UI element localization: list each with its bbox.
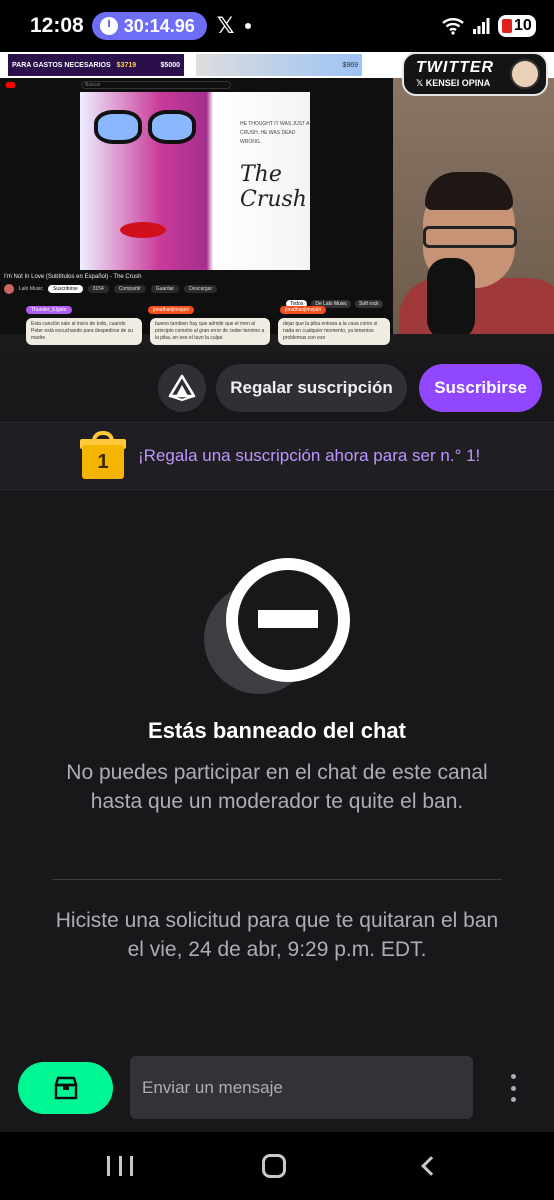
back-button[interactable]: [421, 1156, 441, 1176]
recents-bar: [118, 1156, 122, 1176]
clock: 12:08: [30, 14, 84, 37]
chat-message-input[interactable]: [130, 1056, 473, 1119]
youtube-share-button: Compartir: [113, 285, 146, 293]
home-button[interactable]: [262, 1154, 286, 1178]
android-nav-bar: [0, 1132, 554, 1200]
inventory-button[interactable]: [18, 1062, 113, 1114]
youtube-video-info: I'm Not In Love (Subtítulos en Español) …: [4, 274, 394, 294]
more-dot: [510, 1097, 516, 1102]
overlay-chat-username: Thunder_Elgato: [26, 306, 72, 314]
chat-input-bar: [0, 1050, 554, 1132]
poster-sunglasses: [90, 110, 200, 152]
status-bar: 12:08 30:14.96 𝕏 10: [0, 0, 554, 52]
status-icons: 10: [442, 15, 536, 37]
gift-sub-banner[interactable]: 1 ¡Regala una suscripción ahora para ser…: [0, 422, 554, 490]
unban-request-status: Hiciste una solicitud para que te quitar…: [55, 909, 499, 961]
stopwatch-pill[interactable]: 30:14.96: [91, 12, 207, 40]
recents-button[interactable]: [107, 1156, 133, 1176]
stream-chat-overlay: Thunder_Elgato Esta canción sale al inic…: [0, 306, 554, 352]
chat-ban-panel: Estás banneado del chat No puedes partic…: [0, 490, 554, 1050]
channel-avatar: [4, 284, 14, 294]
stream-video-player[interactable]: PARA GASTOS NECESARIOS $3719 $5000 $969 …: [0, 52, 554, 352]
notification-dot-icon: [244, 23, 251, 29]
inventory-box-icon: [54, 1076, 77, 1100]
gift-banner-text: ¡Regala una suscripción ahora para ser n…: [138, 446, 481, 465]
x-app-icon: 𝕏: [216, 13, 235, 38]
battery-icon: 10: [498, 15, 536, 37]
wifi-icon: [442, 18, 464, 35]
poster-lens-left: [94, 110, 142, 144]
gift-box-icon: 1: [80, 431, 126, 481]
stopwatch-icon: [99, 17, 118, 35]
webcam-streamer-glasses: [423, 226, 517, 248]
webcam-streamer-hair: [425, 172, 513, 210]
more-dot: [510, 1074, 516, 1079]
more-dot: [510, 1085, 516, 1091]
youtube-search-box: Buscar: [81, 81, 231, 89]
cartoon-avatar-icon: [510, 59, 540, 89]
signal-icon: [473, 18, 490, 34]
gift-subscription-button[interactable]: Regalar suscripción: [216, 364, 407, 412]
youtube-like-count: 3154: [87, 285, 109, 293]
battery-level: 10: [514, 17, 532, 34]
youtube-save-button: Guardar: [150, 285, 180, 293]
youtube-download-button: Descargar: [184, 285, 218, 293]
youtube-topbar: Buscar: [0, 78, 393, 92]
streamer-webcam: [393, 78, 554, 334]
recents-bar: [107, 1156, 110, 1176]
gift-rank-number: 1: [82, 445, 124, 479]
youtube-logo-icon: [6, 82, 15, 88]
stopwatch-time: 30:14.96: [123, 15, 195, 36]
subscribe-button[interactable]: Suscribirse: [419, 364, 542, 412]
overlay-chat-username: jonathanjimojuin: [280, 306, 327, 314]
youtube-subscribe-button: Suscribirse: [47, 285, 83, 293]
poster-lips: [120, 222, 166, 238]
youtube-actions-row: Lalo Music Suscribirse 3154 Compartir Gu…: [4, 284, 394, 294]
donation-goal-banner: PARA GASTOS NECESARIOS $3719 $5000: [8, 54, 184, 76]
overlay-chat-message: dejar que la piba entrara a la casa como…: [278, 318, 390, 345]
hype-train-button[interactable]: [158, 364, 206, 412]
overlay-chat-username: jonathanjimojuin: [148, 306, 195, 314]
twitter-badge-title: TWITTER: [416, 59, 495, 76]
donation-goal-target: $5000: [160, 61, 180, 69]
youtube-video-title: I'm Not In Love (Subtítulos en Español) …: [4, 274, 142, 280]
recents-bar: [130, 1156, 133, 1176]
channel-name: Lalo Music: [19, 286, 43, 292]
channel-action-bar: Regalar suscripción Suscribirse: [0, 352, 554, 422]
divider: [52, 879, 502, 880]
twitter-overlay-badge: TWITTER 𝕏 KENSEI OPINA: [402, 52, 548, 96]
poster-lens-right: [148, 110, 196, 144]
donation-goal-amount: $3719: [116, 61, 137, 69]
ban-icon-bar: [258, 610, 318, 628]
ticker-product-thumb: $969: [196, 54, 362, 76]
ban-message: No puedes participar en el chat de este …: [66, 761, 488, 813]
ticker-product-price: $969: [342, 61, 358, 69]
more-options-button[interactable]: [500, 1070, 526, 1106]
poster-tagline: HE THOUGHT IT WAS JUST A CRUSH. HE WAS D…: [240, 121, 310, 145]
overlay-chat-message: Esta canción sale al inicio de todo, cua…: [26, 318, 142, 345]
hype-icon: [168, 374, 196, 402]
donation-goal-text: PARA GASTOS NECESARIOS: [12, 61, 111, 69]
poster-title: The Crush: [240, 162, 307, 212]
youtube-window: Buscar HE THOUGHT IT WAS JUST A CRUSH. H…: [0, 78, 393, 334]
ban-icon: [204, 558, 350, 694]
ban-title: Estás banneado del chat: [148, 718, 406, 743]
battery-low-mark: [502, 19, 512, 33]
twitter-badge-handle: 𝕏 KENSEI OPINA: [416, 78, 491, 88]
overlay-chat-message: bueno tambien hay que admitir que el men…: [150, 318, 270, 345]
movie-poster: HE THOUGHT IT WAS JUST A CRUSH. HE WAS D…: [80, 92, 310, 270]
twitter-badge-text: TWITTER 𝕏 KENSEI OPINA: [416, 60, 494, 88]
